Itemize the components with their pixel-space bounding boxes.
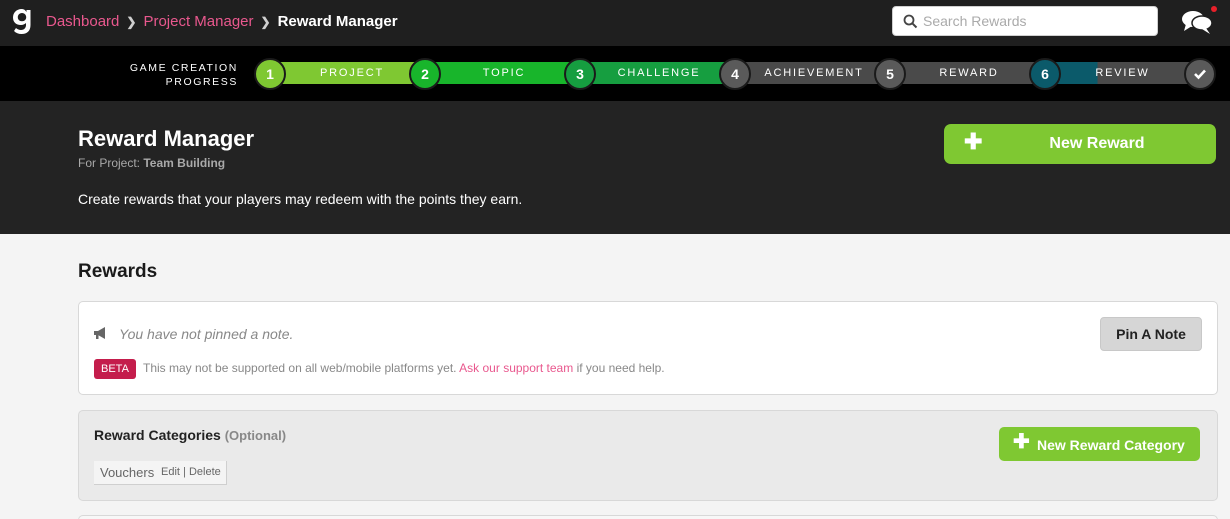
- logo-g-icon[interactable]: [10, 6, 34, 36]
- breadcrumb: Dashboard ❯ Project Manager ❯ Reward Man…: [46, 13, 398, 30]
- progress-segment-project[interactable]: PROJECT: [270, 62, 428, 84]
- chevron-right-icon: ❯: [126, 14, 137, 29]
- pin-a-note-button[interactable]: Pin A Note: [1100, 317, 1202, 351]
- progress-segment-challenge[interactable]: CHALLENGE: [580, 62, 738, 84]
- step-circle-1[interactable]: 1: [254, 58, 286, 90]
- page-header: Reward Manager For Project: Team Buildin…: [0, 101, 1230, 234]
- step-circle-6[interactable]: 6: [1029, 58, 1061, 90]
- next-card-edge: [78, 515, 1218, 519]
- breadcrumb-current: Reward Manager: [277, 13, 398, 30]
- category-name: Vouchers: [100, 465, 155, 480]
- category-actions: Edit | Delete: [161, 466, 221, 478]
- rewards-section-title: Rewards: [78, 261, 158, 282]
- page-intro: Create rewards that your players may red…: [78, 191, 523, 207]
- reward-categories-card: Reward Categories (Optional) Vouchers Ed…: [78, 410, 1218, 501]
- progress-segment-topic[interactable]: TOPIC: [425, 62, 583, 84]
- pinned-note-card: You have not pinned a note. BETA This ma…: [78, 301, 1218, 395]
- progress-segment-achievement[interactable]: ACHIEVEMENT: [735, 62, 893, 84]
- breadcrumb-project-manager-link[interactable]: Project Manager: [143, 13, 253, 30]
- category-edit-link[interactable]: Edit: [161, 466, 180, 478]
- search-box: [892, 6, 1158, 36]
- chat-bubbles-icon[interactable]: [1180, 7, 1214, 37]
- new-reward-category-button[interactable]: ✚ New Reward Category: [999, 427, 1200, 461]
- progress-segment-reward[interactable]: REWARD: [890, 62, 1048, 84]
- progress-label: GAME CREATION PROGRESS: [129, 62, 238, 88]
- category-chip: Vouchers Edit | Delete: [94, 461, 227, 485]
- step-circle-5[interactable]: 5: [874, 58, 906, 90]
- plus-icon: ✚: [1013, 431, 1030, 453]
- top-navbar: Dashboard ❯ Project Manager ❯ Reward Man…: [0, 0, 1230, 46]
- page-title: Reward Manager: [78, 126, 255, 151]
- support-team-link[interactable]: Ask our support team: [459, 361, 573, 375]
- search-icon: [903, 14, 918, 29]
- category-delete-link[interactable]: Delete: [189, 466, 221, 478]
- reward-categories-title: Reward Categories (Optional): [94, 427, 287, 443]
- checkmark-icon: [1194, 69, 1206, 80]
- for-project: For Project: Team Building: [78, 156, 226, 170]
- megaphone-icon: [94, 327, 105, 339]
- search-input[interactable]: [923, 11, 1151, 31]
- beta-notice: This may not be supported on all web/mob…: [143, 361, 665, 375]
- step-circle-3[interactable]: 3: [564, 58, 596, 90]
- new-reward-button[interactable]: ✚ New Reward: [944, 124, 1216, 164]
- step-circle-4[interactable]: 4: [719, 58, 751, 90]
- step-final[interactable]: [1184, 58, 1216, 90]
- pinned-note-text: You have not pinned a note.: [119, 326, 294, 342]
- step-circle-2[interactable]: 2: [409, 58, 441, 90]
- beta-badge: BETA: [94, 359, 136, 379]
- chevron-right-icon: ❯: [260, 14, 271, 29]
- project-name: Team Building: [143, 156, 226, 170]
- game-creation-progress: GAME CREATION PROGRESS PROJECT TOPIC CHA…: [0, 46, 1230, 101]
- breadcrumb-dashboard-link[interactable]: Dashboard: [46, 13, 119, 30]
- notification-dot: [1211, 6, 1217, 12]
- progress-segment-review[interactable]: REVIEW: [1045, 62, 1200, 84]
